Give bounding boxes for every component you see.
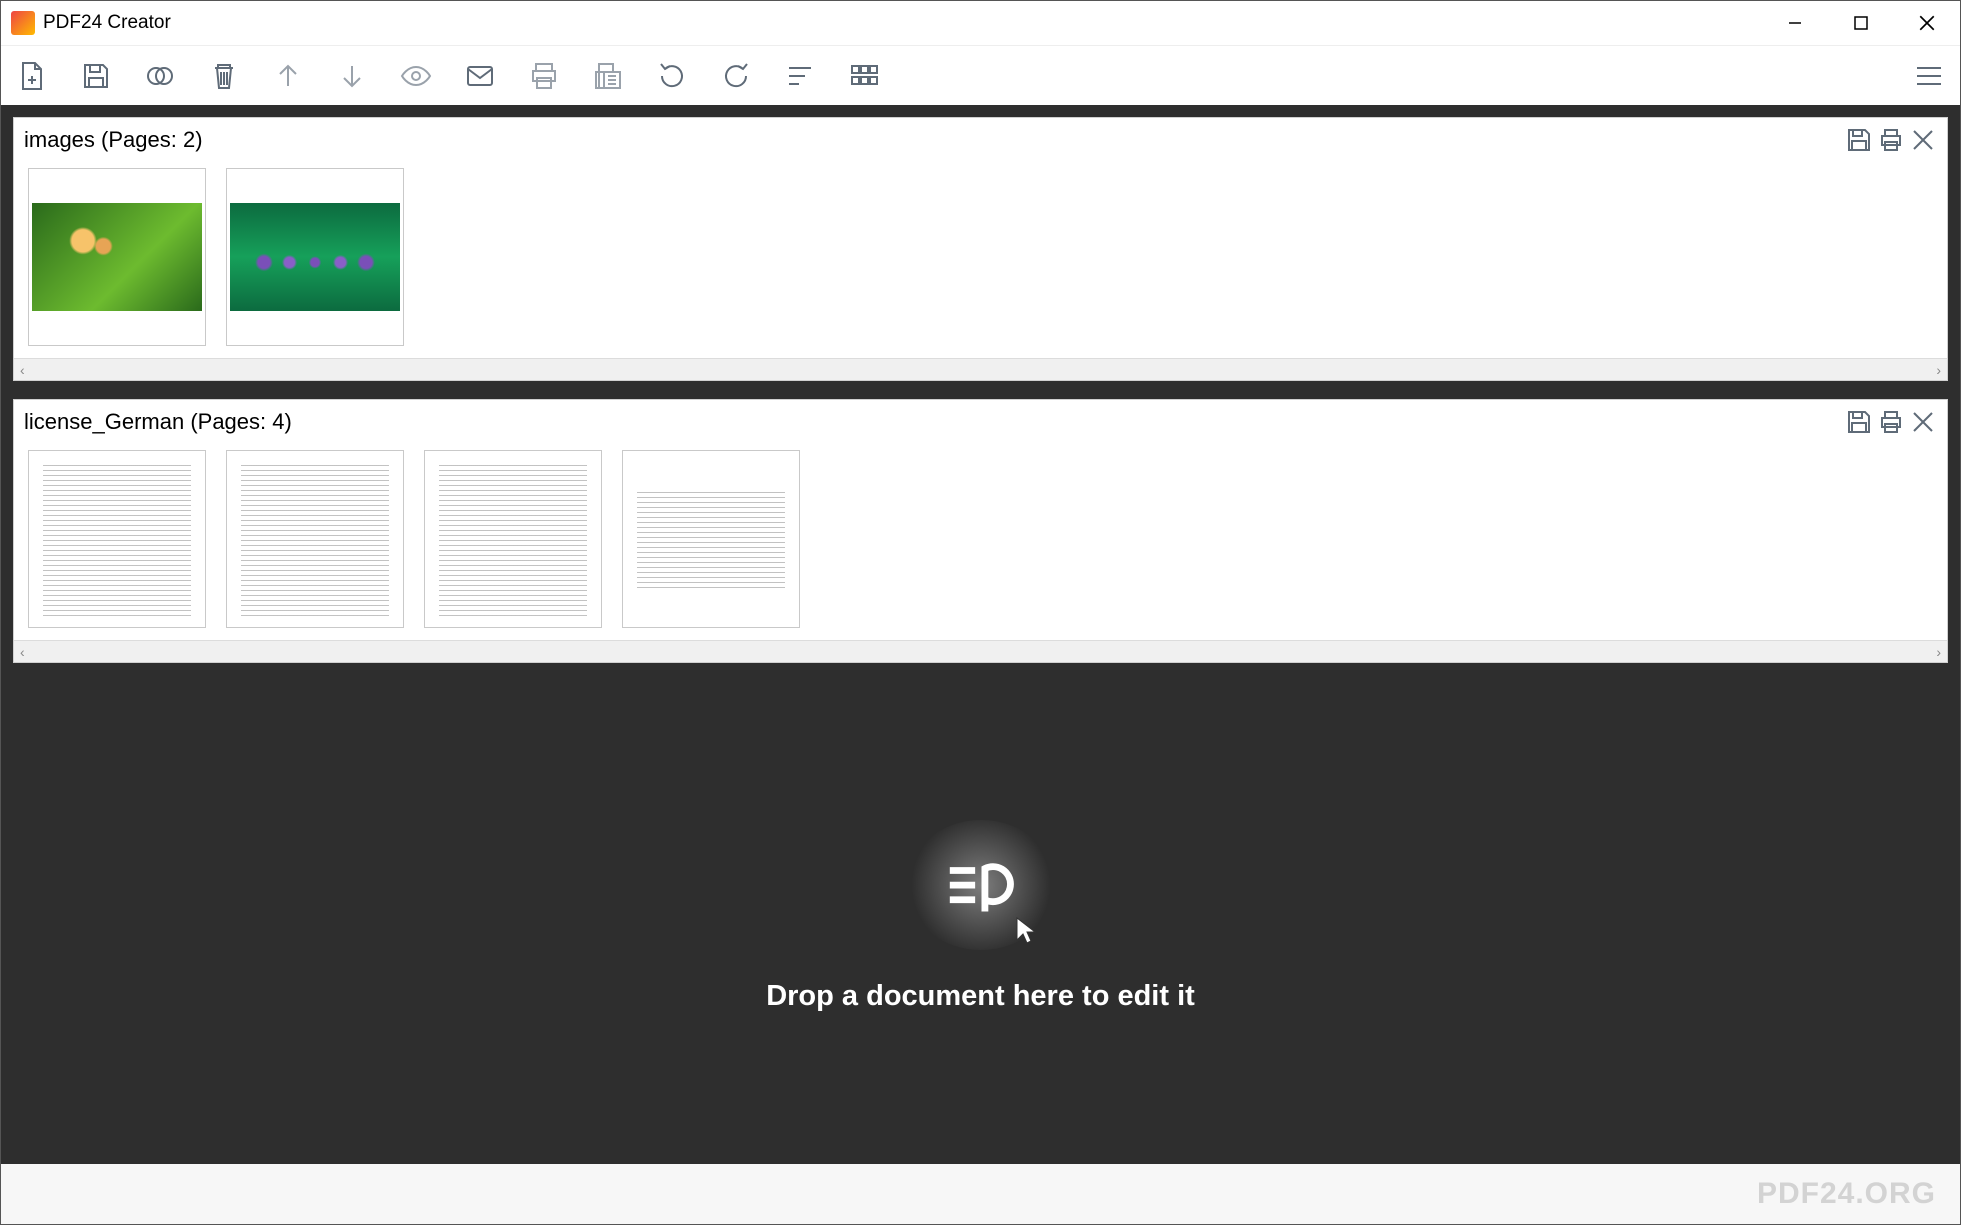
- fax-icon[interactable]: [591, 59, 625, 93]
- thumbnail-text-page: [637, 488, 785, 589]
- grid-icon[interactable]: [847, 59, 881, 93]
- titlebar: PDF24 Creator: [1, 1, 1960, 45]
- drop-zone[interactable]: Drop a document here to edit it: [13, 681, 1948, 1152]
- document-header: images (Pages: 2): [14, 118, 1947, 162]
- rotate-right-icon[interactable]: [719, 59, 753, 93]
- delete-icon[interactable]: [207, 59, 241, 93]
- document-pages-label: (Pages: 4): [190, 409, 292, 434]
- doc-print-icon[interactable]: [1877, 408, 1905, 436]
- merge-icon[interactable]: [143, 59, 177, 93]
- app-icon: [11, 11, 35, 35]
- minimize-button[interactable]: [1762, 1, 1828, 45]
- scroll-right-icon[interactable]: ›: [1936, 644, 1941, 660]
- app-title: PDF24 Creator: [43, 12, 1762, 34]
- arrow-down-icon[interactable]: [335, 59, 369, 93]
- thumbnail-image: [230, 203, 400, 311]
- thumbnail-text-page: [241, 461, 389, 617]
- document-name: images: [24, 127, 95, 152]
- arrow-up-icon[interactable]: [271, 59, 305, 93]
- footer-brand: PDF24.ORG: [1757, 1177, 1936, 1211]
- thumbnails-row: [14, 444, 1947, 640]
- email-icon[interactable]: [463, 59, 497, 93]
- doc-save-icon[interactable]: [1845, 126, 1873, 154]
- thumbnail-image: [32, 203, 202, 311]
- preview-icon[interactable]: [399, 59, 433, 93]
- sort-icon[interactable]: [783, 59, 817, 93]
- page-thumbnail[interactable]: [226, 450, 404, 628]
- document-actions: [1845, 126, 1937, 154]
- thumbnails-row: [14, 162, 1947, 358]
- drop-zone-label: Drop a document here to edit it: [766, 980, 1195, 1013]
- maximize-button[interactable]: [1828, 1, 1894, 45]
- menu-icon[interactable]: [1912, 59, 1946, 93]
- document-header: license_German (Pages: 4): [14, 400, 1947, 444]
- cursor-icon: [1014, 916, 1038, 944]
- drop-zone-icon: [942, 850, 1020, 920]
- rotate-left-icon[interactable]: [655, 59, 689, 93]
- scroll-left-icon[interactable]: ‹: [20, 362, 25, 378]
- scroll-right-icon[interactable]: ›: [1936, 362, 1941, 378]
- document-pages-label: (Pages: 2): [101, 127, 203, 152]
- print-icon[interactable]: [527, 59, 561, 93]
- drop-zone-graphic: [906, 820, 1056, 950]
- document-title: images (Pages: 2): [24, 127, 1845, 153]
- scroll-left-icon[interactable]: ‹: [20, 644, 25, 660]
- save-icon[interactable]: [79, 59, 113, 93]
- page-thumbnail[interactable]: [226, 168, 404, 346]
- doc-print-icon[interactable]: [1877, 126, 1905, 154]
- toolbar: [1, 45, 1960, 105]
- horizontal-scrollbar[interactable]: ‹ ›: [14, 640, 1947, 662]
- new-file-icon[interactable]: [15, 59, 49, 93]
- thumbnail-text-page: [43, 461, 191, 617]
- document-actions: [1845, 408, 1937, 436]
- doc-close-icon[interactable]: [1909, 126, 1937, 154]
- document-title: license_German (Pages: 4): [24, 409, 1845, 435]
- footer: PDF24.ORG: [1, 1164, 1960, 1224]
- thumbnail-text-page: [439, 461, 587, 617]
- page-thumbnail[interactable]: [424, 450, 602, 628]
- document-panel[interactable]: images (Pages: 2) ‹ ›: [13, 117, 1948, 381]
- window-controls: [1762, 1, 1960, 45]
- page-thumbnail[interactable]: [28, 450, 206, 628]
- horizontal-scrollbar[interactable]: ‹ ›: [14, 358, 1947, 380]
- workspace: images (Pages: 2) ‹ ›: [1, 105, 1960, 1164]
- page-thumbnail[interactable]: [28, 168, 206, 346]
- app-window: PDF24 Creator: [0, 0, 1961, 1225]
- doc-close-icon[interactable]: [1909, 408, 1937, 436]
- document-name: license_German: [24, 409, 184, 434]
- close-button[interactable]: [1894, 1, 1960, 45]
- document-panel[interactable]: license_German (Pages: 4) ‹ ›: [13, 399, 1948, 663]
- page-thumbnail[interactable]: [622, 450, 800, 628]
- doc-save-icon[interactable]: [1845, 408, 1873, 436]
